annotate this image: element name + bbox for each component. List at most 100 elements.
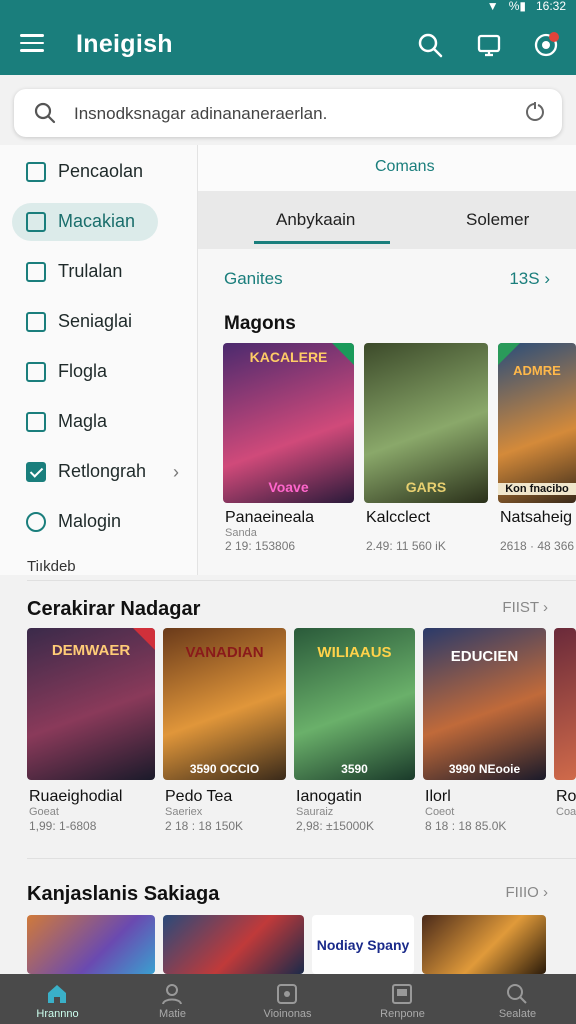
search-bar[interactable]: Insnodksnagar adinananeraerlan. (14, 89, 562, 137)
panel-header: Comans (198, 145, 576, 191)
drawer-item-2[interactable]: Trulalan (12, 253, 158, 291)
drawer-item-5[interactable]: Magla (12, 403, 158, 441)
voice-icon[interactable] (524, 101, 546, 128)
game-card[interactable]: WILIAAUS 3590 Ianogatin Sauraiz 2,98: ±1… (294, 628, 415, 838)
section-title: Cerakirar Nadagar (27, 598, 201, 620)
nav-item-home[interactable]: Hrannno (0, 974, 115, 1024)
divider (27, 580, 576, 581)
game-meta: 1,99: 1-6808 (29, 819, 97, 833)
game-artwork: WILIAAUS 3590 (294, 628, 415, 780)
game-artwork: DEMWAER (27, 628, 155, 780)
search-icon (505, 982, 529, 1006)
game-artwork: GARS (364, 343, 488, 503)
see-more-label: FIIIO (505, 884, 539, 901)
game-subtitle: Coate (556, 806, 576, 818)
menu-icon[interactable] (20, 34, 44, 52)
game-banner: EDUCIEN (450, 648, 519, 665)
cast-icon[interactable] (476, 32, 502, 58)
game-card[interactable]: VANADIAN 3590 OCCIO Pedo Tea Saeriex 2 1… (163, 628, 286, 838)
nav-item-search[interactable]: Sealate (460, 974, 575, 1024)
game-title: Natsaheig (500, 509, 573, 526)
tab-1[interactable]: Solemer (466, 210, 529, 230)
game-badge: 3590 OCCIO (189, 762, 260, 776)
game-card[interactable]: EDUCIEN 3990 NEooie Ilorl Coeot 8 18 : 1… (423, 628, 546, 838)
nav-item-profile[interactable]: Matie (115, 974, 230, 1024)
nav-label: Vioinonas (263, 1008, 312, 1020)
search-input[interactable]: Insnodksnagar adinananeraerlan. (74, 104, 327, 124)
drawer-item-4[interactable]: Flogla (12, 353, 158, 391)
drawer-item-6[interactable]: Retlongrah (12, 453, 158, 491)
game-card[interactable]: ADMRE Kon fnacibo Natsaheig 2618 · 48 36… (498, 343, 576, 553)
nav-item-media[interactable]: Vioinonas (230, 974, 345, 1024)
tab-indicator (254, 241, 390, 244)
see-more-label: FIIST (502, 599, 539, 616)
game-art-text: GARS (405, 479, 447, 495)
notification-icon[interactable] (533, 32, 559, 58)
nav-label: Matie (159, 1008, 186, 1020)
game-meta: 2.49: 11 560 iK (366, 539, 446, 553)
pencil-box-icon (26, 262, 46, 282)
game-subtitle: Coeot (425, 806, 455, 818)
genres-count[interactable]: 13S › (509, 269, 550, 289)
game-card[interactable] (422, 915, 546, 974)
game-card[interactable] (27, 915, 155, 974)
genres-count-value: 13S (509, 269, 540, 288)
verified-icon (26, 512, 46, 532)
genres-link[interactable]: Ganites (224, 269, 283, 289)
see-more-link[interactable]: FIIIO › (505, 884, 548, 901)
game-artwork (554, 628, 576, 780)
drawer-item-7[interactable]: Malogin (12, 503, 158, 541)
search-icon[interactable] (417, 32, 443, 58)
drawer-item-label: Macakian (58, 211, 136, 231)
see-more-link[interactable]: FIIST › (502, 599, 548, 616)
tab-0[interactable]: Anbykaain (276, 210, 355, 230)
game-artwork (422, 915, 546, 974)
person-icon (160, 982, 184, 1006)
game-artwork: KACALERE Voave (223, 343, 354, 503)
chevron-right-icon: › (543, 599, 548, 616)
game-card[interactable]: DEMWAER Ruaeighodial Goeat 1,99: 1-6808 (27, 628, 155, 838)
game-title: Panaeineala (225, 509, 314, 526)
game-title: Ilorl (425, 788, 451, 805)
drawer-item-1[interactable]: Macakian (12, 203, 158, 241)
drawer-item-0[interactable]: Pencaolan (12, 153, 158, 191)
game-artwork (27, 915, 155, 974)
game-artwork: VANADIAN 3590 OCCIO (163, 628, 286, 780)
drawer-partial-item[interactable]: Tiıkdeb (27, 558, 76, 575)
edit-box-icon (26, 212, 46, 232)
chevron-right-icon[interactable]: › (173, 462, 179, 483)
game-card[interactable] (163, 915, 304, 974)
game-meta: 2618 · 48 366 (500, 539, 575, 553)
game-title: Pedo Tea (165, 788, 233, 805)
game-title: Ianogatin (296, 788, 362, 805)
navigation-drawer: Pencaolan Macakian Trulalan Seniaglai Fl… (0, 145, 198, 575)
game-card[interactable]: Ro Coate (554, 628, 576, 838)
game-meta: 2,98: ±15000K (296, 819, 374, 833)
drawer-item-label: Flogla (58, 361, 108, 381)
game-artwork: Nodiay Spany (312, 915, 414, 974)
library-icon (390, 982, 414, 1006)
game-art-text: Kon fnacibo (498, 483, 576, 495)
divider (27, 858, 576, 859)
drawer-item-label: Magla (58, 411, 108, 431)
game-title: Ro (556, 788, 576, 805)
game-card[interactable]: GARS Kalcclect 2.49: 11 560 iK (364, 343, 488, 553)
drawer-item-label: Seniaglai (58, 311, 133, 331)
open-box-icon (26, 162, 46, 182)
drawer-item-3[interactable]: Seniaglai (12, 303, 158, 341)
game-title: Ruaeighodial (29, 788, 123, 805)
chevron-right-icon: › (543, 884, 548, 901)
drawer-item-label: Trulalan (58, 261, 123, 281)
game-card[interactable]: Nodiay Spany (312, 915, 414, 974)
drawer-item-label: Malogin (58, 511, 122, 531)
game-badge: 3590 (341, 762, 368, 776)
game-artwork: EDUCIEN 3990 NEooie (423, 628, 546, 780)
search-icon (34, 102, 56, 129)
game-title: Kalcclect (366, 509, 431, 526)
drawer-item-label: Retlongrah (58, 461, 147, 481)
corner-badge (332, 343, 354, 365)
nav-item-library[interactable]: Renpone (345, 974, 460, 1024)
game-card[interactable]: KACALERE Voave Panaeineala Sanda 2 19: 1… (223, 343, 354, 553)
checkbox-icon (26, 462, 46, 482)
game-meta: 8 18 : 18 85.0K (425, 819, 507, 833)
